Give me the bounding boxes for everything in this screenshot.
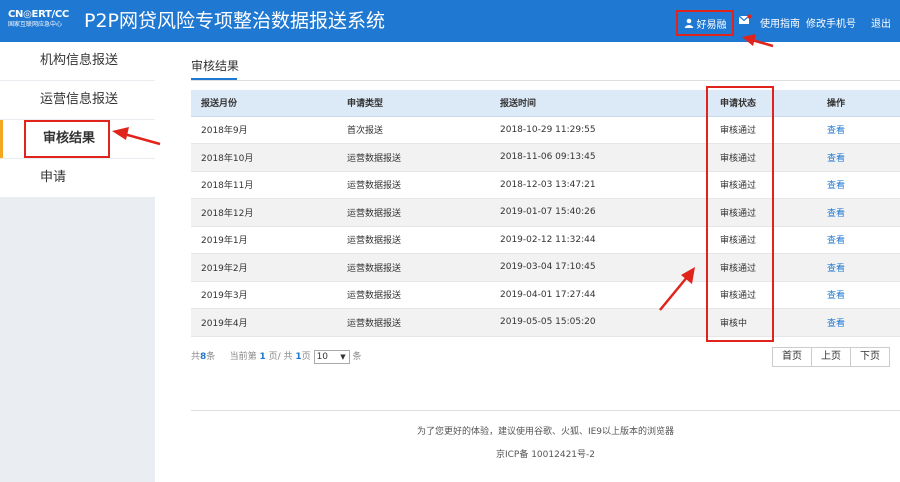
annotation-arrow-user [742,34,774,48]
annotation-arrow-sidebar [112,127,161,146]
annotation-arrow-status [659,267,695,311]
annotation-arrows [112,34,774,311]
